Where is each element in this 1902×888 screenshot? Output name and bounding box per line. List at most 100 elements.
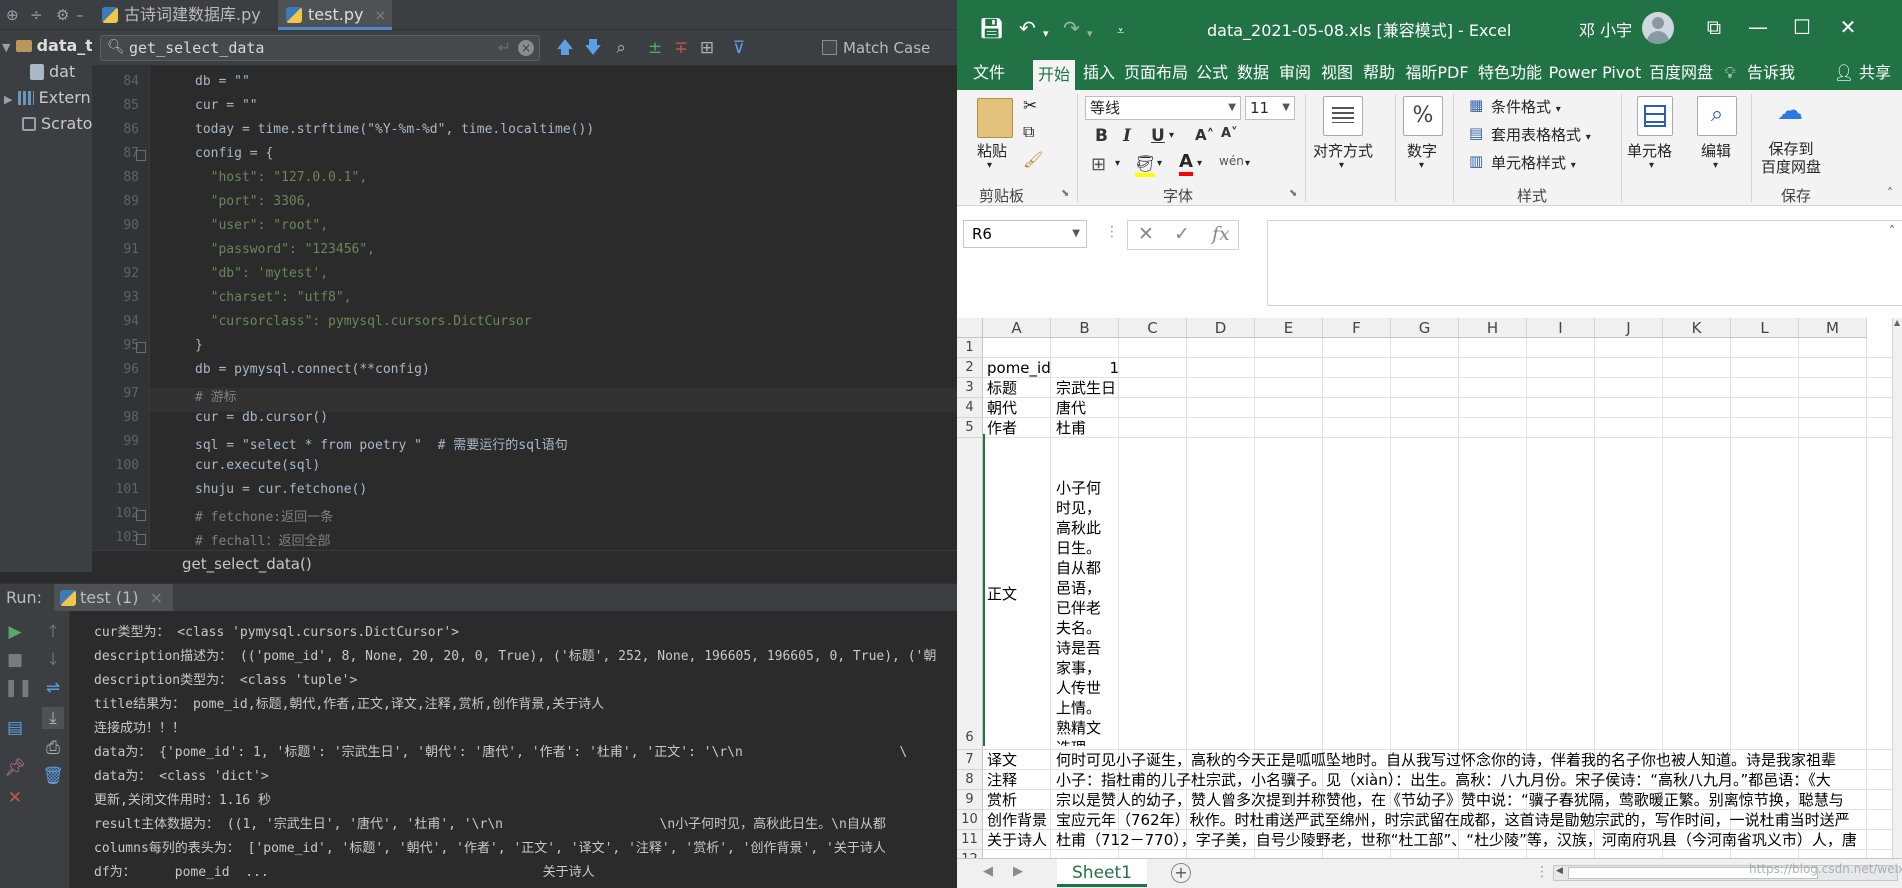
percent-icon[interactable]: % (1403, 96, 1443, 136)
font-color-icon[interactable]: A (1179, 152, 1193, 176)
copy-icon[interactable]: ⧉ (1023, 122, 1034, 142)
fold-marker-icon[interactable] (136, 150, 146, 161)
ribbon-display-icon[interactable]: ⧉ (1699, 14, 1729, 40)
column-header[interactable]: L (1731, 318, 1799, 338)
cancel-icon[interactable]: ✕ (1138, 223, 1154, 245)
decrease-font-icon[interactable]: A˅ (1221, 126, 1238, 141)
fold-marker-icon[interactable] (136, 510, 146, 521)
undo-dropdown-icon[interactable]: ▾ (1043, 22, 1049, 46)
share-person-icon[interactable]: 👤︎ (1833, 56, 1855, 90)
search-icon[interactable]: 🔍︎ (107, 39, 125, 55)
cell-b[interactable]: 何时可见小子诞生，高秋的今天正是呱呱坠地时。自从我写过怀念你的诗，伴着我的名子你… (1056, 750, 1892, 770)
tree-item-file[interactable]: dat (30, 58, 75, 86)
cut-icon[interactable]: ✂ (1023, 96, 1037, 116)
stop-icon[interactable]: ■ (4, 649, 26, 671)
filter-icon[interactable]: ⊽ (728, 37, 750, 59)
print-icon[interactable]: ⎙ (42, 737, 64, 759)
save-icon[interactable]: 💾︎ (979, 16, 1004, 40)
cell-b[interactable]: 唐代 (1056, 398, 1892, 418)
column-header[interactable]: B (1051, 318, 1119, 338)
avatar[interactable] (1642, 12, 1674, 44)
collapse-arrow-icon[interactable]: ▶ (4, 93, 12, 106)
save-to-baidu-button[interactable]: 保存到 百度网盘 (1761, 140, 1821, 176)
redo-dropdown-icon[interactable]: ▾ (1087, 22, 1093, 46)
cell-a[interactable]: 作者 (987, 418, 1051, 438)
cells-button[interactable]: 单元格 (1627, 140, 1672, 161)
cell-a[interactable]: 关于诗人 (987, 830, 1051, 850)
cell-a[interactable]: pome_id (987, 358, 1051, 378)
baidu-cloud-icon[interactable]: ☁ (1777, 96, 1803, 126)
bold-button[interactable]: B (1095, 126, 1108, 146)
scroll-up-icon[interactable]: ↑ (42, 621, 64, 643)
minimize-icon[interactable]: — (1743, 14, 1773, 40)
add-selection-icon[interactable]: ± (644, 37, 666, 59)
dialog-launcher-icon[interactable]: ⬊ (1061, 188, 1069, 199)
column-header[interactable]: I (1527, 318, 1595, 338)
cell-b[interactable]: 宗武生日 (1056, 378, 1892, 398)
share-button[interactable]: 共享 (1855, 56, 1895, 90)
cell-style-button[interactable]: 单元格样式 ▾ (1491, 152, 1576, 173)
column-header[interactable]: F (1323, 318, 1391, 338)
cell-a[interactable]: 赏析 (987, 790, 1051, 810)
user-name[interactable]: 邓 小宇 (1579, 17, 1632, 41)
find-all-icon[interactable]: ⌕ (610, 37, 632, 59)
dialog-launcher-icon[interactable]: ⬊ (1289, 188, 1297, 199)
divider-icon[interactable]: ÷ (30, 0, 43, 30)
tab-power-pivot[interactable]: Power Pivot (1547, 56, 1643, 90)
number-format-button[interactable]: 数字 (1407, 140, 1437, 161)
phonetic-dropdown-icon[interactable]: ▾ (1245, 158, 1250, 169)
match-case-option[interactable]: Match Case (822, 38, 930, 58)
underline-dropdown-icon[interactable]: ▾ (1169, 130, 1174, 141)
column-header[interactable]: H (1459, 318, 1527, 338)
cell-a[interactable]: 标题 (987, 378, 1051, 398)
cell-b[interactable]: 杜甫（712－770），字子美，自号少陵野老，世称“杜工部”、“杜少陵”等，汉族… (1056, 830, 1892, 850)
row-header[interactable]: 2 (957, 358, 983, 378)
tab-help[interactable]: 帮助 (1359, 56, 1399, 90)
tab-formulas[interactable]: 公式 (1193, 56, 1231, 90)
search-field[interactable]: 🔍︎ ↵ × (100, 35, 540, 61)
row-header[interactable]: 1 (957, 338, 983, 358)
tab-poetry-db[interactable]: 古诗词建数据库.py × (94, 0, 272, 54)
code-editor[interactable]: db = "" cur = "" today = time.strftime("%Y… (150, 66, 957, 550)
scroll-up-arrow-icon[interactable]: ▲ (1894, 318, 1900, 327)
increase-font-icon[interactable]: A˄ (1195, 126, 1214, 144)
undo-icon[interactable]: ↶ (1019, 16, 1036, 40)
select-all-icon[interactable]: ⊞ (696, 37, 718, 59)
italic-button[interactable]: I (1123, 126, 1131, 146)
rerun-icon[interactable]: ▶ (4, 621, 26, 643)
fill-color-icon[interactable]: 🪣︎ (1135, 154, 1156, 177)
paste-button[interactable]: 粘贴 (977, 140, 1007, 161)
tab-features[interactable]: 特色功能 (1475, 56, 1545, 90)
prev-sheet-icon[interactable]: ◀ (983, 864, 993, 879)
close-icon[interactable]: × (150, 588, 163, 607)
breadcrumb[interactable]: get_select_data() (92, 550, 957, 576)
fold-marker-icon[interactable] (136, 342, 146, 353)
row-header[interactable]: 11 (957, 830, 983, 850)
table-format-button[interactable]: 套用表格格式 ▾ (1491, 124, 1591, 145)
font-size-select[interactable]: 11 ▼ (1245, 96, 1295, 120)
column-header[interactable]: G (1391, 318, 1459, 338)
chevron-down-icon[interactable]: ▾ (1649, 160, 1654, 171)
clear-icon[interactable]: × (518, 40, 534, 56)
fill-color-dropdown-icon[interactable]: ▾ (1157, 158, 1162, 169)
column-header[interactable]: K (1663, 318, 1731, 338)
conditional-format-button[interactable]: 条件格式 ▾ (1491, 96, 1561, 117)
cell-b[interactable]: 小子：指杜甫的儿子杜宗武，小名骥子。见（xiàn）：出生。高秋：八九月份。宋子侯… (1056, 770, 1892, 790)
find-icon[interactable]: ⌕ (1697, 96, 1737, 136)
pin-icon[interactable]: 📌︎ (4, 757, 26, 779)
cell-a[interactable]: 朝代 (987, 398, 1051, 418)
layout-icon[interactable]: ▤ (4, 717, 26, 739)
close-icon[interactable]: ✕ (1833, 14, 1863, 40)
tree-item-scratches[interactable]: Scrato (22, 110, 92, 138)
tell-me[interactable]: 告诉我 (1745, 56, 1797, 90)
phonetic-icon[interactable]: wén (1219, 154, 1244, 168)
insert-function-icon[interactable]: fx (1212, 223, 1230, 245)
expand-arrow-icon[interactable]: ▼ (2, 41, 10, 54)
fold-marker-icon[interactable] (136, 534, 146, 545)
cell-a[interactable]: 正文 (987, 584, 1051, 604)
align-icon[interactable] (1323, 96, 1363, 136)
alignment-button[interactable]: 对齐方式 (1313, 140, 1373, 161)
cell-a[interactable]: 创作背景 (987, 810, 1051, 830)
select-all-corner[interactable] (957, 318, 983, 338)
maximize-icon[interactable]: ☐ (1787, 14, 1817, 40)
